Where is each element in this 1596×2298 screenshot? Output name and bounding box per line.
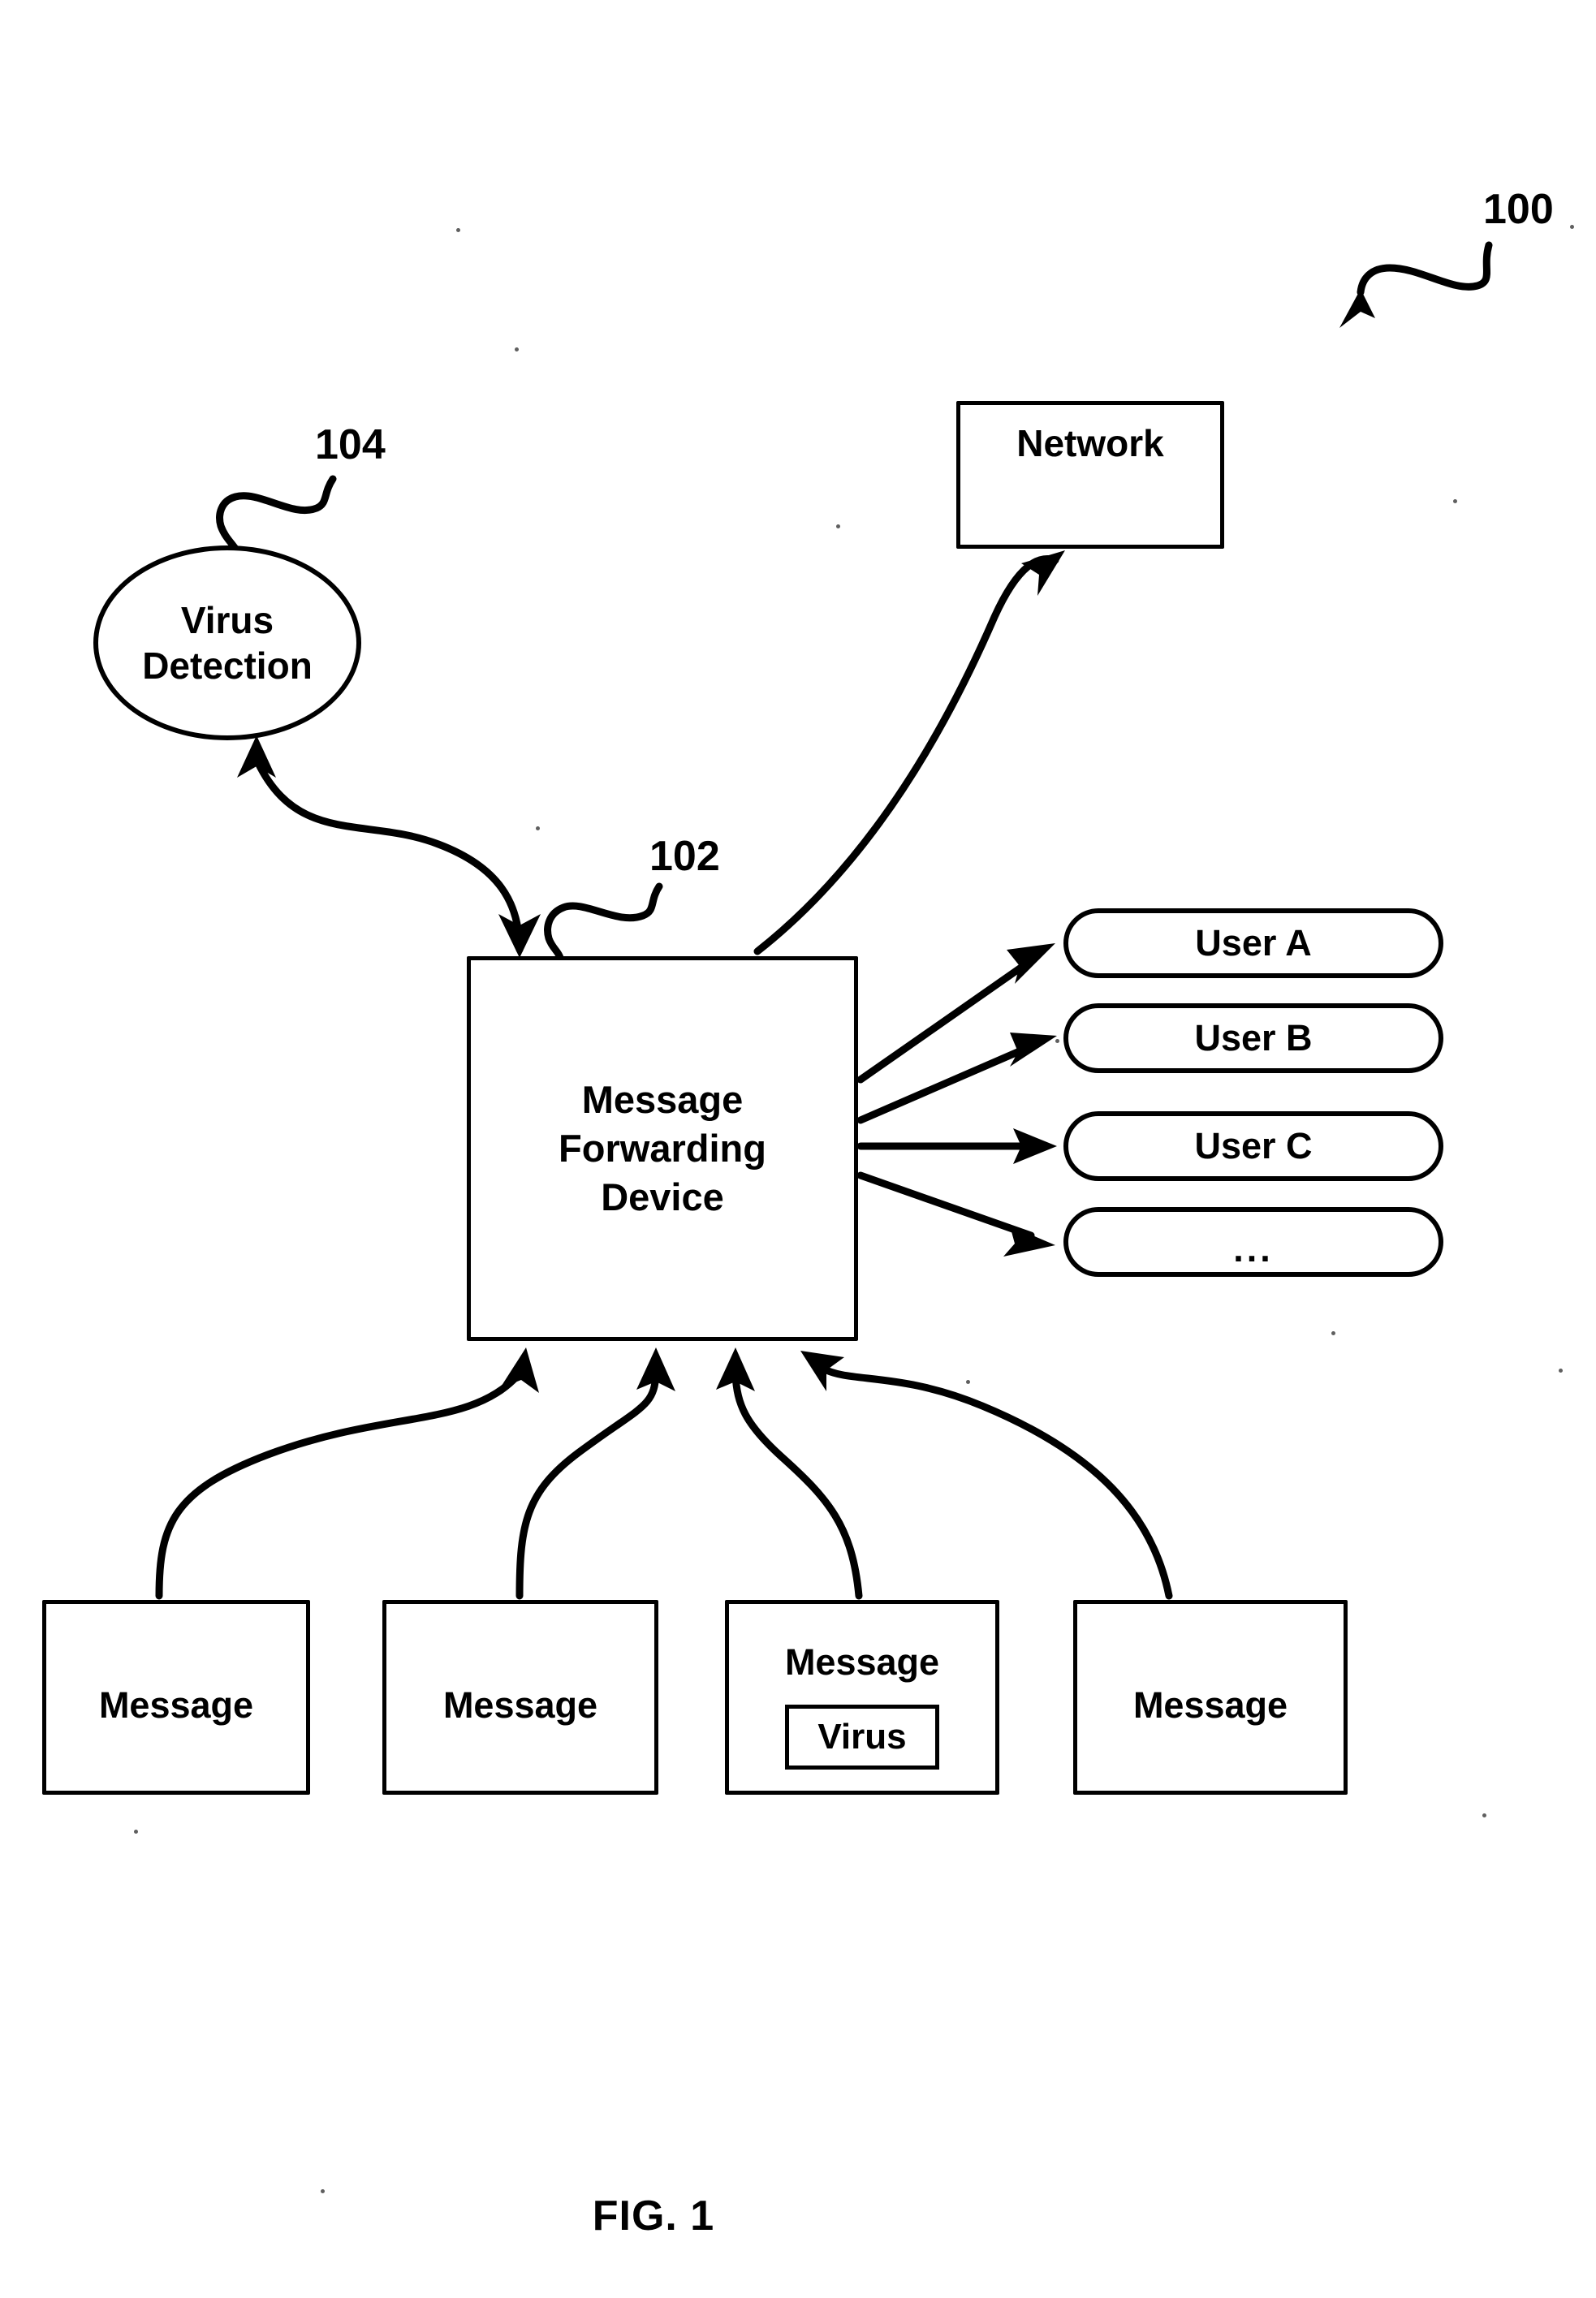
recipient-node-user-b: User B (1063, 1003, 1443, 1073)
message-label: Message (1132, 1684, 1288, 1726)
recipient-label: User B (1194, 1017, 1313, 1058)
message-node-infected: Message Virus (725, 1600, 999, 1795)
virus-detection-label-line1: Virus (180, 598, 274, 641)
message-label: Message (98, 1684, 254, 1726)
message-node: Message (42, 1600, 310, 1795)
connector-device-to-user-c (856, 1128, 1057, 1164)
scan-speck (966, 1380, 970, 1384)
virus-payload-box: Virus (785, 1705, 939, 1770)
scan-speck (1482, 1813, 1486, 1817)
connector-message-3-to-device (716, 1347, 863, 1600)
device-label-line1: Message (581, 1077, 744, 1121)
scan-speck (1055, 1039, 1059, 1043)
scan-speck (134, 1830, 138, 1834)
message-label: Message (442, 1684, 598, 1726)
message-forwarding-device-node: Message Forwarding Device (467, 956, 858, 1341)
reference-numeral-100: 100 (1483, 186, 1554, 233)
ref-100-leader (1339, 241, 1493, 328)
reference-numeral-102: 102 (649, 833, 720, 880)
message-node: Message (1073, 1600, 1348, 1795)
device-label-line2: Forwarding (559, 1126, 766, 1170)
device-label-line3: Device (601, 1175, 724, 1219)
recipient-label: ... (1233, 1228, 1274, 1270)
message-node: Message (382, 1600, 658, 1795)
virus-detection-label-line2: Detection (142, 645, 313, 687)
scan-speck (1331, 1331, 1335, 1335)
reference-numeral-104: 104 (315, 421, 386, 468)
connector-message-1-to-device (155, 1347, 539, 1600)
scan-speck (1559, 1369, 1563, 1373)
scan-speck (1570, 225, 1574, 229)
connector-device-to-virus-detection (237, 735, 541, 958)
scan-speck (456, 228, 460, 232)
figure-page: 100 104 102 Network Virus Detection Mess… (0, 0, 1596, 2298)
connector-device-to-user-more (856, 1171, 1055, 1257)
recipient-node-user-a: User A (1063, 908, 1443, 978)
figure-caption: FIG. 1 (592, 2192, 715, 2240)
scan-speck (515, 347, 519, 351)
connector-device-to-user-b (856, 1033, 1057, 1124)
recipient-label: User A (1195, 922, 1312, 964)
recipient-node-user-c: User C (1063, 1111, 1443, 1181)
network-node: Network (956, 401, 1224, 549)
ref-102-leader (544, 882, 663, 962)
scan-speck (536, 826, 540, 830)
connector-message-2-to-device (515, 1347, 675, 1600)
message-label: Message (784, 1641, 940, 1683)
scan-speck (836, 524, 840, 528)
virus-payload-label: Virus (817, 1717, 907, 1757)
virus-detection-node: Virus Detection (93, 545, 361, 740)
recipient-label: User C (1194, 1125, 1313, 1166)
recipient-node-more: ... (1063, 1207, 1443, 1277)
connector-device-to-user-a (856, 943, 1055, 1084)
connector-device-to-network (753, 550, 1065, 955)
network-node-label: Network (1016, 422, 1164, 464)
connector-message-4-to-device (800, 1351, 1173, 1600)
scan-speck (1453, 499, 1457, 503)
